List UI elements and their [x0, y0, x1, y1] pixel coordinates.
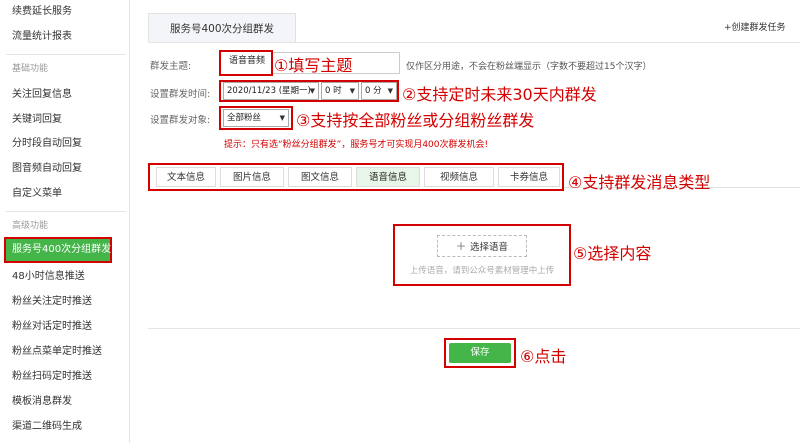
sidebar-item-template-broadcast[interactable]: 模板消息群发 [0, 390, 128, 414]
sidebar-divider [6, 54, 126, 55]
sidebar-section-advanced: 高级功能 [12, 221, 49, 231]
page-title-tab[interactable]: 服务号400次分组群发 [148, 13, 296, 43]
sidebar-item-qrcode[interactable]: 渠道二维码生成 [0, 415, 128, 439]
choose-voice-label: 选择语音 [470, 242, 509, 253]
message-type-tabs: 文本信息 图片信息 图文信息 语音信息 视频信息 卡券信息 [148, 163, 564, 191]
minute-select-value: 0 分 [365, 86, 382, 96]
plus-icon: + [455, 239, 467, 253]
create-task-link[interactable]: +创建群发任务 [724, 20, 786, 33]
sidebar-item-renew[interactable]: 续费延长服务 [0, 0, 128, 24]
upload-hint: 上传语音，请到公众号素材管理中上传 [409, 266, 555, 276]
target-select-value: 全部粉丝 [227, 113, 262, 123]
hour-select[interactable]: 0 时 ▼ [321, 82, 359, 100]
sidebar-item-media-auto-reply[interactable]: 图音频自动回复 [0, 157, 128, 181]
sidebar-item-keyword-reply[interactable]: 关键词回复 [0, 108, 128, 132]
target-label: 设置群发对象: [150, 115, 211, 126]
theme-hint: 仅作区分用途，不会在粉丝端显示（字数不要超过15个汉字） [406, 62, 652, 72]
sidebar-item-follow-reply[interactable]: 关注回复信息 [0, 83, 128, 107]
annotation-6: ⑥点击 [520, 347, 567, 366]
sidebar-item-traffic-report[interactable]: 流量统计报表 [0, 25, 128, 49]
annotation-2: ②支持定时未来30天内群发 [402, 85, 597, 104]
save-button[interactable]: 保存 [449, 343, 511, 363]
chevron-down-icon: ▼ [349, 87, 355, 95]
tab-article[interactable]: 图文信息 [288, 167, 352, 187]
minute-select[interactable]: 0 分 ▼ [361, 82, 397, 100]
page: 续费延长服务 流量统计报表 基础功能 关注回复信息 关键词回复 分时段自动回复 … [0, 0, 800, 443]
sidebar: 续费延长服务 流量统计报表 基础功能 关注回复信息 关键词回复 分时段自动回复 … [0, 0, 130, 443]
hour-select-value: 0 时 [325, 86, 342, 96]
date-select[interactable]: 2020/11/23 (星期一) ▼ [223, 82, 319, 100]
warning-text: 提示：只有选“粉丝分组群发”，服务号才可实现月400次群发机会! [224, 140, 489, 150]
sidebar-item-48h-push[interactable]: 48小时信息推送 [0, 265, 128, 289]
sidebar-divider [6, 211, 126, 212]
annotation-1: ①填写主题 [274, 56, 353, 75]
annotation-5: ⑤选择内容 [573, 244, 652, 263]
sidebar-section-basic: 基础功能 [12, 64, 49, 74]
header-divider [148, 42, 800, 43]
tab-coupon[interactable]: 卡券信息 [498, 167, 560, 187]
tab-voice[interactable]: 语音信息 [356, 167, 420, 187]
theme-label: 群发主题: [150, 61, 192, 72]
sidebar-item-follow-push[interactable]: 粉丝关注定时推送 [0, 290, 128, 314]
choose-voice-button[interactable]: + 选择语音 [437, 235, 527, 257]
annotation-4: ④支持群发消息类型 [568, 173, 711, 192]
annotation-3: ③支持按全部粉丝或分组粉丝群发 [296, 111, 535, 130]
content-select-area: + 选择语音 上传语音，请到公众号素材管理中上传 [393, 224, 571, 286]
chevron-down-icon: ▼ [279, 114, 285, 122]
main-panel: 服务号400次分组群发 +创建群发任务 群发主题: 语音音频 ①填写主题 仅作区… [130, 0, 800, 443]
sidebar-item-group-broadcast[interactable]: 服务号400次分组群发 [4, 237, 112, 263]
sidebar-item-timed-auto-reply[interactable]: 分时段自动回复 [0, 132, 128, 156]
target-select[interactable]: 全部粉丝 ▼ [223, 109, 289, 127]
sidebar-item-scan-push[interactable]: 粉丝扫码定时推送 [0, 365, 128, 389]
highlight-save: 保存 [444, 338, 516, 368]
theme-value: 语音音频 [223, 52, 271, 74]
sidebar-item-menu-push[interactable]: 粉丝点菜单定时推送 [0, 340, 128, 364]
date-select-value: 2020/11/23 (星期一) [227, 86, 311, 96]
tab-video[interactable]: 视频信息 [424, 167, 494, 187]
chevron-down-icon: ▼ [387, 87, 393, 95]
tab-image[interactable]: 图片信息 [220, 167, 284, 187]
content-divider [148, 328, 800, 329]
chevron-down-icon: ▼ [309, 87, 315, 95]
tab-text[interactable]: 文本信息 [156, 167, 216, 187]
sidebar-item-dialog-push[interactable]: 粉丝对话定时推送 [0, 315, 128, 339]
sidebar-item-custom-menu[interactable]: 自定义菜单 [0, 182, 128, 206]
time-label: 设置群发时间: [150, 89, 211, 100]
